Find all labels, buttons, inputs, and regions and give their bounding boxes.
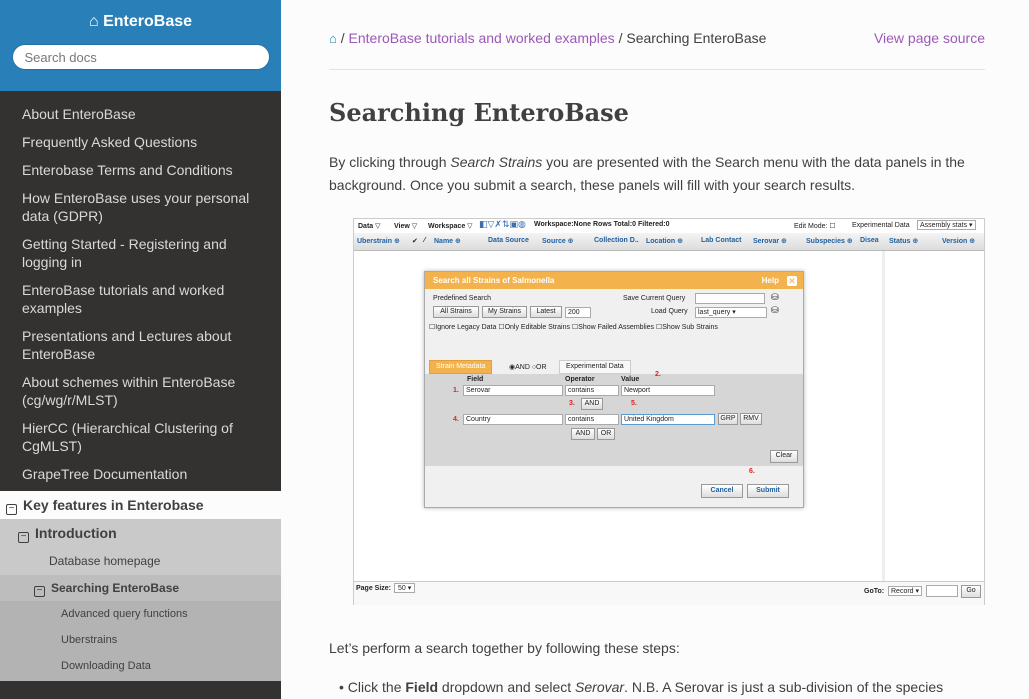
grid-toolbar: Data ▽ View ▽ Workspace ▽ ◧▽✗⇅▣◍ Workspa… (354, 219, 984, 232)
sidebar-item-key-features[interactable]: − Key features in Enterobase (0, 491, 281, 519)
breadcrumb-link-tutorials[interactable]: EnteroBase tutorials and worked examples (349, 30, 615, 46)
page-title: Searching EnteroBase (329, 98, 629, 127)
home-icon: ⌂ (88, 13, 104, 30)
search-options: ☐Ignore Legacy Data ☐Only Editable Strai… (429, 324, 718, 331)
sidebar-item-database-homepage[interactable]: Database homepage (0, 547, 281, 575)
collapse-icon: − (34, 586, 45, 597)
sidebar-item-faq[interactable]: Frequently Asked Questions (0, 133, 281, 151)
breadcrumb-sep: / (618, 30, 623, 46)
sidebar-item-grapetree[interactable]: GrapeTree Documentation (0, 465, 281, 483)
experimental-data-label: Experimental Data (852, 222, 910, 229)
breadcrumb: ⌂ / EnteroBase tutorials and worked exam… (329, 30, 985, 46)
save-icon: ⛁ (771, 292, 779, 302)
sidebar-nav: About EnteroBase Frequently Asked Questi… (0, 91, 281, 681)
sidebar-item-tutorials[interactable]: EnteroBase tutorials and worked examples (0, 281, 281, 317)
collapse-icon: − (18, 532, 29, 543)
data-menu: Data ▽ (358, 223, 381, 230)
sidebar-item-about[interactable]: About EnteroBase (0, 105, 281, 123)
dialog-header: Search all Strains of Salmonella Help ✕ (425, 272, 803, 289)
grid-footer: Page Size: 50 ▾ GoTo: Record ▾ Go (354, 581, 984, 605)
sidebar-item-downloading[interactable]: Downloading Data (0, 653, 281, 681)
sidebar-item-terms[interactable]: Enterobase Terms and Conditions (0, 161, 281, 179)
dialog-title: Search all Strains of Salmonella (433, 276, 555, 285)
toolbar-icons: ◧▽✗⇅▣◍ (479, 219, 526, 229)
query-panel: Field Operator Value 2. 1. Serovar conta… (425, 371, 803, 466)
grid-header: Uberstrain ⊕ ✔ ⁄ Name ⊕ Data Source Sour… (354, 233, 984, 251)
sidebar: ⌂ EnteroBase About EnteroBase Frequently… (0, 0, 281, 699)
home-icon[interactable]: ⌂ (329, 31, 337, 46)
help-link: Help (761, 276, 779, 285)
sidebar-item-hiercc[interactable]: HierCC (Hierarchical Clustering of CgMLS… (0, 419, 281, 455)
sidebar-item-advanced-query[interactable]: Advanced query functions (0, 601, 281, 627)
dialog-tabs: Strain Metadata ◉AND ○OR Experimental Da… (425, 358, 803, 374)
brand-link[interactable]: ⌂ EnteroBase (0, 13, 281, 31)
sidebar-item-searching[interactable]: − Searching EnteroBase (0, 575, 281, 601)
collapse-icon: − (6, 504, 17, 515)
sidebar-item-introduction[interactable]: − Introduction (0, 519, 281, 547)
grid-scrollbar (882, 251, 885, 591)
save-query-input (695, 293, 765, 304)
sidebar-item-uberstrains[interactable]: Uberstrains (0, 627, 281, 653)
search-dialog: Search all Strains of Salmonella Help ✕ … (424, 271, 804, 508)
brand-label: EnteroBase (103, 13, 193, 30)
divider (329, 69, 985, 70)
intro-paragraph: By clicking through Search Strains you a… (329, 154, 965, 193)
close-icon: ✕ (787, 276, 797, 286)
workspace-status: Workspace:None Rows Total:0 Filtered:0 (534, 221, 670, 228)
sidebar-item-schemes[interactable]: About schemes within EnteroBase (cg/wg/r… (0, 373, 281, 409)
load-icon: ⛁ (771, 305, 779, 315)
sidebar-item-gdpr[interactable]: How EnteroBase uses your personal data (… (0, 189, 281, 225)
breadcrumb-sep: / (340, 30, 345, 46)
list-item: • Click the Field dropdown and select Se… (339, 679, 944, 695)
steps-intro: Let’s perform a search together by follo… (329, 640, 680, 656)
workspace-menu: Workspace ▽ (428, 223, 473, 230)
search-docs-input[interactable] (11, 44, 270, 70)
edit-mode: Edit Mode: ☐ (794, 223, 836, 230)
breadcrumb-current: Searching EnteroBase (626, 30, 767, 46)
sidebar-item-presentations[interactable]: Presentations and Lectures about EnteroB… (0, 327, 281, 363)
sidebar-header: ⌂ EnteroBase (0, 0, 281, 91)
experimental-select: Assembly stats ▾ (917, 220, 976, 230)
view-page-source-link[interactable]: View page source (874, 30, 985, 46)
view-menu: View ▽ (394, 223, 418, 230)
search-screenshot: Data ▽ View ▽ Workspace ▽ ◧▽✗⇅▣◍ Workspa… (353, 218, 985, 605)
sidebar-item-getting-started[interactable]: Getting Started - Registering and loggin… (0, 235, 281, 271)
